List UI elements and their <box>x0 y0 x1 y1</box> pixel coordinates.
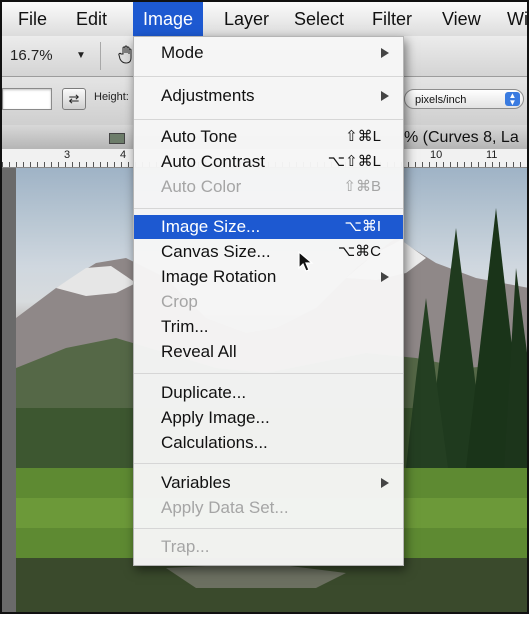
menu-item-label: Apply Image... <box>161 408 270 427</box>
zoom-level[interactable]: 16.7% <box>10 47 53 64</box>
menu-window[interactable]: Wi <box>507 2 527 36</box>
menu-item-trim[interactable]: Trim... <box>134 315 403 339</box>
menu-item-label: Image Rotation <box>161 267 277 286</box>
menu-divider <box>134 373 403 374</box>
menu-view[interactable]: View <box>442 2 481 36</box>
menu-divider <box>134 463 403 464</box>
swap-dimensions-button[interactable]: ⇄ <box>62 88 86 110</box>
submenu-arrow-icon <box>381 48 389 58</box>
menu-item-crop: Crop <box>134 290 403 314</box>
vertical-ruler[interactable] <box>2 168 16 612</box>
width-field[interactable] <box>2 88 52 110</box>
menu-item-label: Trap... <box>161 537 210 556</box>
menu-item-apply-image[interactable]: Apply Image... <box>134 406 403 430</box>
document-icon <box>109 133 125 144</box>
image-menu-dropdown: Mode Adjustments Auto Tone ⇧⌘L Auto Cont… <box>133 36 404 566</box>
menu-select[interactable]: Select <box>294 2 344 36</box>
ruler-number: 11 <box>486 149 498 161</box>
menu-item-label: Image Size... <box>161 217 261 236</box>
menu-item-label: Auto Contrast <box>161 152 265 171</box>
menu-item-trap: Trap... <box>134 535 403 559</box>
separator <box>100 42 101 70</box>
menu-item-variables[interactable]: Variables <box>134 471 403 495</box>
submenu-arrow-icon <box>381 272 389 282</box>
resolution-unit-select[interactable]: pixels/inch ▲ ▼ <box>404 89 524 109</box>
menu-item-auto-tone[interactable]: Auto Tone ⇧⌘L <box>134 125 403 149</box>
menu-item-label: Mode <box>161 43 204 62</box>
menu-bar: File Edit Image Layer Select Filter View… <box>2 2 527 37</box>
menu-item-label: Trim... <box>161 317 209 336</box>
photoshop-window: File Edit Image Layer Select Filter View… <box>0 0 529 614</box>
menu-filter[interactable]: Filter <box>372 2 412 36</box>
menu-item-label: Calculations... <box>161 433 268 452</box>
menu-divider <box>134 208 403 209</box>
menu-item-label: Duplicate... <box>161 383 247 402</box>
menu-shortcut: ⌥⇧⌘L <box>327 153 381 170</box>
document-title: % (Curves 8, La <box>404 129 519 146</box>
chevron-down-icon[interactable]: ▼ <box>76 50 86 61</box>
menu-edit[interactable]: Edit <box>76 2 107 36</box>
menu-item-image-size[interactable]: Image Size... ⌥⌘I <box>134 215 403 239</box>
menu-item-label: Auto Color <box>161 177 242 196</box>
menu-item-duplicate[interactable]: Duplicate... <box>134 381 403 405</box>
menu-item-auto-contrast[interactable]: Auto Contrast ⌥⇧⌘L <box>134 150 403 174</box>
menu-divider <box>134 76 403 77</box>
menu-shortcut: ⇧⌘B <box>343 178 381 195</box>
menu-item-label: Apply Data Set... <box>161 498 289 517</box>
ruler-number: 10 <box>430 149 443 161</box>
resolution-unit-value: pixels/inch <box>415 94 467 106</box>
menu-shortcut: ⌥⌘C <box>337 243 381 260</box>
menu-item-adjustments[interactable]: Adjustments <box>134 84 403 108</box>
menu-item-auto-color: Auto Color ⇧⌘B <box>134 175 403 199</box>
menu-item-label: Canvas Size... <box>161 242 271 261</box>
menu-item-calculations[interactable]: Calculations... <box>134 431 403 455</box>
menu-item-label: Auto Tone <box>161 127 238 146</box>
menu-item-label: Crop <box>161 292 198 311</box>
menu-image[interactable]: Image <box>133 2 204 36</box>
menu-layer[interactable]: Layer <box>224 2 269 36</box>
menu-item-label: Adjustments <box>161 86 255 105</box>
menu-file[interactable]: File <box>18 2 47 36</box>
menu-item-canvas-size[interactable]: Canvas Size... ⌥⌘C <box>134 240 403 264</box>
height-label: Height: <box>94 91 129 103</box>
menu-divider <box>134 119 403 120</box>
menu-divider <box>134 528 403 529</box>
submenu-arrow-icon <box>381 91 389 101</box>
mouse-pointer-icon <box>298 251 314 272</box>
menu-item-apply-data-set: Apply Data Set... <box>134 496 403 520</box>
menu-shortcut: ⇧⌘L <box>345 128 381 145</box>
submenu-arrow-icon <box>381 478 389 488</box>
menu-item-label: Reveal All <box>161 342 237 361</box>
menu-item-image-rotation[interactable]: Image Rotation <box>134 265 403 289</box>
ruler-number: 4 <box>120 149 127 161</box>
menu-item-label: Variables <box>161 473 231 492</box>
ruler-number: 3 <box>64 149 71 161</box>
select-arrows-icon: ▲ ▼ <box>505 92 520 107</box>
menu-shortcut: ⌥⌘I <box>344 218 381 235</box>
menu-item-mode[interactable]: Mode <box>134 41 403 65</box>
menu-item-reveal-all[interactable]: Reveal All <box>134 340 403 364</box>
